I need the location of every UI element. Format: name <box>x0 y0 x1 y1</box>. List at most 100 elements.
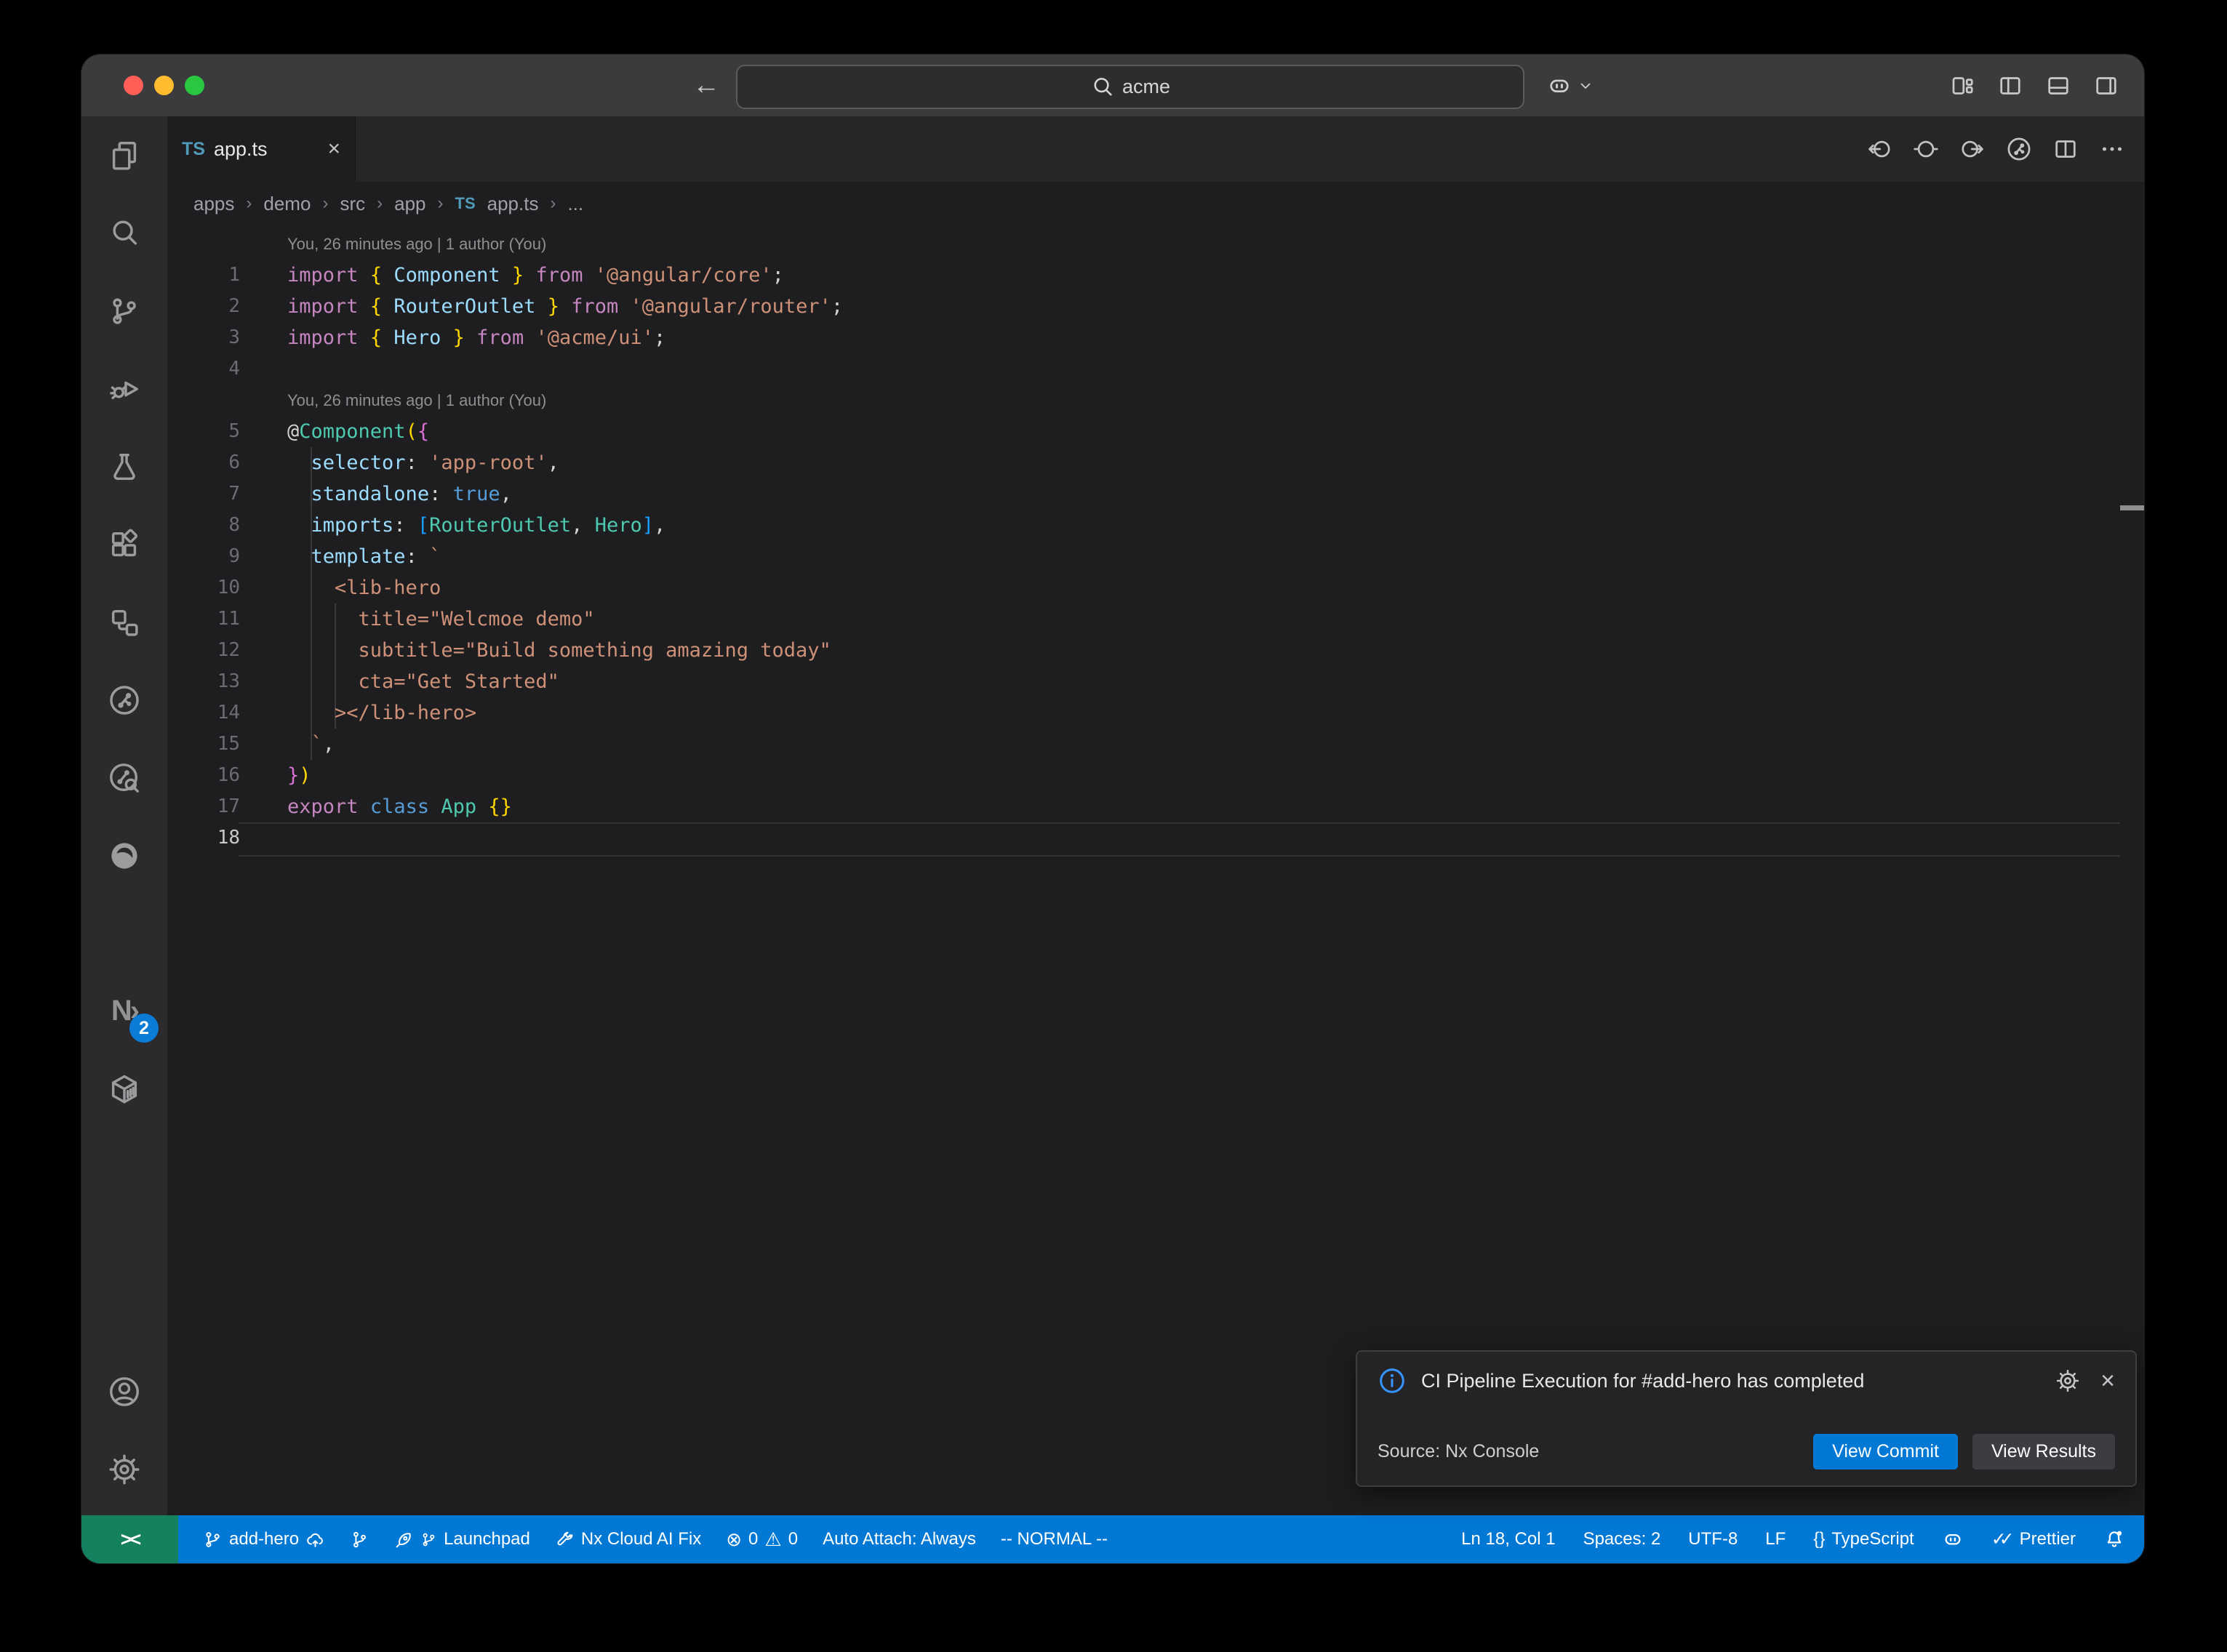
code-line-15[interactable]: 15 `, <box>167 729 2120 760</box>
code-line-10[interactable]: 10 <lib-hero <box>167 572 2120 604</box>
code-text: `, <box>287 729 335 760</box>
settings-button[interactable] <box>81 1430 167 1508</box>
editor-back-button[interactable] <box>1866 136 1892 162</box>
commit-graph-button[interactable] <box>350 1530 369 1549</box>
notifications-bell-button[interactable] <box>2103 1528 2125 1550</box>
beaker-icon <box>108 450 141 484</box>
editor-nav-stop-button[interactable] <box>1913 136 1939 162</box>
line-number: 3 <box>167 322 240 353</box>
codelens-row[interactable]: You, 26 minutes ago | 1 author (You) <box>167 228 2120 260</box>
editor-forward-button[interactable] <box>1959 136 1986 162</box>
codelens-text[interactable]: You, 26 minutes ago | 1 author (You) <box>287 228 546 260</box>
auto-attach-status[interactable]: Auto Attach: Always <box>823 1529 976 1549</box>
codelens-row[interactable]: You, 26 minutes ago | 1 author (You) <box>167 385 2120 416</box>
problems-status[interactable]: ⊗ 0 ⚠ 0 <box>726 1529 798 1549</box>
code-line-6[interactable]: 6 selector: 'app-root', <box>167 447 2120 478</box>
sidebar-item-search[interactable] <box>81 194 167 272</box>
code-line-11[interactable]: 11 title="Welcmoe demo" <box>167 604 2120 635</box>
editor[interactable]: You, 26 minutes ago | 1 author (You)1imp… <box>167 225 2144 1515</box>
code-line-17[interactable]: 17export class App {} <box>167 791 2120 822</box>
close-window-button[interactable] <box>124 76 143 95</box>
customize-layout-button[interactable] <box>1949 73 1975 99</box>
launchpad-button[interactable]: Launchpad <box>394 1529 530 1549</box>
code-line-1[interactable]: 1import { Component } from '@angular/cor… <box>167 260 2120 291</box>
sidebar-item-extensions[interactable] <box>81 505 167 583</box>
toggle-panel-button[interactable] <box>2045 73 2071 99</box>
vim-mode-status[interactable]: -- NORMAL -- <box>1001 1529 1108 1549</box>
code-line-2[interactable]: 2import { RouterOutlet } from '@angular/… <box>167 291 2120 322</box>
code-text: selector: 'app-root', <box>287 447 559 478</box>
split-editor-button[interactable] <box>2052 136 2079 162</box>
sidebar-item-gitlens-inspect[interactable] <box>81 739 167 817</box>
view-commit-button[interactable]: View Commit <box>1813 1434 1958 1469</box>
prettier-status[interactable]: ✓✓ Prettier <box>1991 1528 2076 1550</box>
notification-close-icon[interactable]: × <box>2100 1367 2115 1395</box>
close-tab-icon[interactable]: × <box>327 137 340 161</box>
navigate-back-button[interactable]: ← <box>692 70 720 101</box>
copilot-menu-button[interactable] <box>1546 55 1594 116</box>
gitlens-inspect-icon <box>108 761 141 795</box>
remote-indicator[interactable]: >< <box>81 1515 178 1563</box>
code-line-9[interactable]: 9 template: ` <box>167 541 2120 572</box>
sidebar-item-nx-console[interactable]: N› 2 <box>81 972 167 1050</box>
breadcrumb-symbol-ellipsis[interactable]: ... <box>567 193 583 215</box>
toggle-secondary-sidebar-button[interactable] <box>2093 73 2119 99</box>
code-line-14[interactable]: 14 ></lib-hero> <box>167 697 2120 729</box>
eol-status[interactable]: LF <box>1765 1529 1786 1549</box>
sidebar-item-browser-tools[interactable] <box>81 817 167 894</box>
code-line-5[interactable]: 5@Component({ <box>167 416 2120 447</box>
code-line-16[interactable]: 16}) <box>167 760 2120 791</box>
breadcrumb-separator: › <box>550 193 556 214</box>
encoding-status[interactable]: UTF-8 <box>1688 1529 1738 1549</box>
sidebar-item-containers[interactable] <box>81 1050 167 1128</box>
sidebar-item-linked-squares[interactable] <box>81 583 167 661</box>
sidebar-item-run-debug[interactable] <box>81 350 167 428</box>
sidebar-item-explorer[interactable] <box>81 116 167 194</box>
line-number: 13 <box>167 666 240 697</box>
copilot-icon <box>1942 1528 1964 1550</box>
minimize-window-button[interactable] <box>154 76 174 95</box>
code-line-13[interactable]: 13 cta="Get Started" <box>167 666 2120 697</box>
code-text: export class App {} <box>287 791 512 822</box>
code-line-12[interactable]: 12 subtitle="Build something amazing tod… <box>167 635 2120 666</box>
code-line-7[interactable]: 7 standalone: true, <box>167 478 2120 510</box>
code-text: standalone: true, <box>287 478 512 510</box>
breadcrumb-item[interactable]: src <box>340 193 365 215</box>
command-center-search[interactable]: acme <box>736 65 1524 109</box>
sidebar-item-gitlens[interactable] <box>81 661 167 739</box>
code-line-18[interactable]: 18 <box>167 822 2120 854</box>
breadcrumb-item[interactable]: demo <box>263 193 311 215</box>
sidebar-item-source-control[interactable] <box>81 272 167 350</box>
more-actions-button[interactable] <box>2099 136 2125 162</box>
breadcrumb-item[interactable]: app <box>394 193 425 215</box>
vscode-window: ← → acme <box>81 55 2144 1563</box>
cursor-position-status[interactable]: Ln 18, Col 1 <box>1461 1529 1555 1549</box>
sidebar-item-testing[interactable] <box>81 428 167 505</box>
code-text: imports: [RouterOutlet, Hero], <box>287 510 665 541</box>
git-branch-status[interactable]: add-hero <box>203 1529 325 1549</box>
gitlens-graph-button[interactable] <box>2006 136 2032 162</box>
overview-ruler-marker <box>2120 505 2144 510</box>
accounts-button[interactable] <box>81 1352 167 1430</box>
toggle-primary-sidebar-button[interactable] <box>1997 73 2023 99</box>
language-mode-status[interactable]: {} TypeScript <box>1813 1529 1914 1549</box>
view-results-button[interactable]: View Results <box>1972 1434 2115 1469</box>
code-text: cta="Get Started" <box>287 666 559 697</box>
code-line-3[interactable]: 3import { Hero } from '@acme/ui'; <box>167 322 2120 353</box>
copilot-status[interactable] <box>1942 1528 1964 1550</box>
breadcrumb-file[interactable]: app.ts <box>487 193 539 215</box>
code-line-4[interactable]: 4 <box>167 353 2120 385</box>
code-line-8[interactable]: 8 imports: [RouterOutlet, Hero], <box>167 510 2120 541</box>
zoom-window-button[interactable] <box>185 76 204 95</box>
typescript-file-icon: TS <box>182 139 205 160</box>
codelens-text[interactable]: You, 26 minutes ago | 1 author (You) <box>287 385 546 416</box>
gitlens-icon <box>108 683 141 717</box>
notification-settings-gear-icon[interactable] <box>2055 1368 2080 1393</box>
tab-app-ts[interactable]: TS app.ts × <box>167 116 356 182</box>
indentation-status[interactable]: Spaces: 2 <box>1583 1529 1661 1549</box>
error-icon: ⊗ <box>726 1530 742 1549</box>
cloud-upload-icon <box>305 1530 325 1549</box>
nx-cloud-ai-fix-button[interactable]: Nx Cloud AI Fix <box>555 1529 701 1549</box>
line-number: 6 <box>167 447 240 478</box>
breadcrumb-item[interactable]: apps <box>193 193 234 215</box>
